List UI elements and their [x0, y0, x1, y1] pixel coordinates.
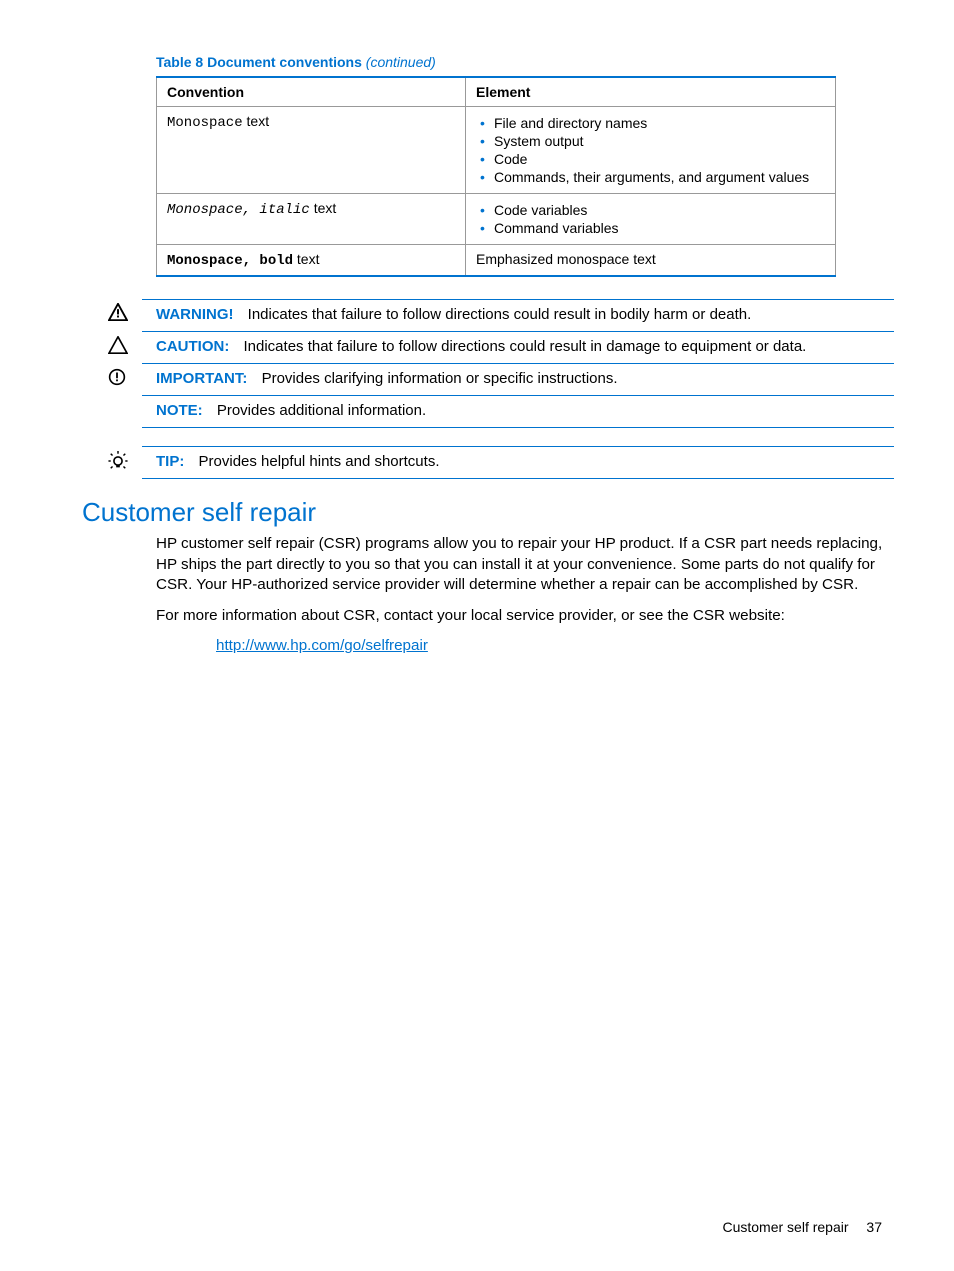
convention-cell: Monospace, bold text	[157, 245, 466, 277]
page-number: 37	[866, 1219, 882, 1235]
mono-text: Monospace	[167, 115, 243, 131]
admon-text: Provides clarifying information or speci…	[262, 370, 618, 387]
table-row: Monospace text File and directory names …	[157, 107, 836, 194]
admon-label: WARNING!	[156, 306, 234, 323]
list-item: Command variables	[494, 220, 825, 236]
convention-cell: Monospace text	[157, 107, 466, 194]
conventions-table: Convention Element Monospace text File a…	[156, 76, 836, 277]
admon-label: IMPORTANT:	[156, 370, 247, 387]
list-item: File and directory names	[494, 115, 825, 131]
list-item: Commands, their arguments, and argument …	[494, 169, 825, 185]
col-element: Element	[466, 77, 836, 107]
table-row: Monospace, italic text Code variables Co…	[157, 194, 836, 245]
admon-text: Indicates that failure to follow directi…	[248, 306, 752, 323]
mono-italic-text: Monospace, italic	[167, 202, 310, 218]
admon-tip: TIP: Provides helpful hints and shortcut…	[108, 446, 894, 479]
admon-text: Provides helpful hints and shortcuts.	[199, 453, 440, 470]
conv-suffix: text	[310, 200, 336, 216]
admon-warning: WARNING! Indicates that failure to follo…	[108, 299, 894, 332]
convention-cell: Monospace, italic text	[157, 194, 466, 245]
admon-label: NOTE:	[156, 402, 203, 419]
mono-bold-text: Monospace, bold	[167, 253, 293, 269]
body-content: HP customer self repair (CSR) programs a…	[156, 534, 884, 657]
element-cell: Emphasized monospace text	[466, 245, 836, 277]
csr-link[interactable]: http://www.hp.com/go/selfrepair	[216, 636, 428, 657]
note-icon	[108, 396, 142, 400]
warning-icon	[108, 299, 142, 321]
admon-important: IMPORTANT: Provides clarifying informati…	[108, 364, 894, 396]
admon-note: NOTE: Provides additional information.	[108, 396, 894, 428]
table-caption: Table 8 Document conventions (continued)	[156, 54, 894, 70]
page-footer: Customer self repair 37	[722, 1219, 882, 1235]
paragraph: HP customer self repair (CSR) programs a…	[156, 534, 884, 596]
conv-suffix: text	[293, 251, 319, 267]
section-heading: Customer self repair	[82, 497, 894, 528]
admon-text: Provides additional information.	[217, 402, 426, 419]
table-header-row: Convention Element	[157, 77, 836, 107]
list-item: System output	[494, 133, 825, 149]
footer-text: Customer self repair	[722, 1219, 848, 1235]
list-item: Code variables	[494, 202, 825, 218]
table-title-cont: (continued)	[366, 54, 436, 70]
paragraph: For more information about CSR, contact …	[156, 606, 884, 627]
admon-caution: CAUTION: Indicates that failure to follo…	[108, 332, 894, 364]
element-cell: File and directory names System output C…	[466, 107, 836, 194]
caution-icon	[108, 332, 142, 354]
table-row: Monospace, bold text Emphasized monospac…	[157, 245, 836, 277]
col-convention: Convention	[157, 77, 466, 107]
table-title-main: Table 8 Document conventions	[156, 54, 362, 70]
list-item: Code	[494, 151, 825, 167]
important-icon	[108, 364, 142, 386]
element-cell: Code variables Command variables	[466, 194, 836, 245]
admon-label: CAUTION:	[156, 338, 229, 355]
tip-icon	[108, 446, 142, 472]
admon-text: Indicates that failure to follow directi…	[244, 338, 807, 355]
admon-label: TIP:	[156, 453, 184, 470]
conv-suffix: text	[243, 113, 269, 129]
